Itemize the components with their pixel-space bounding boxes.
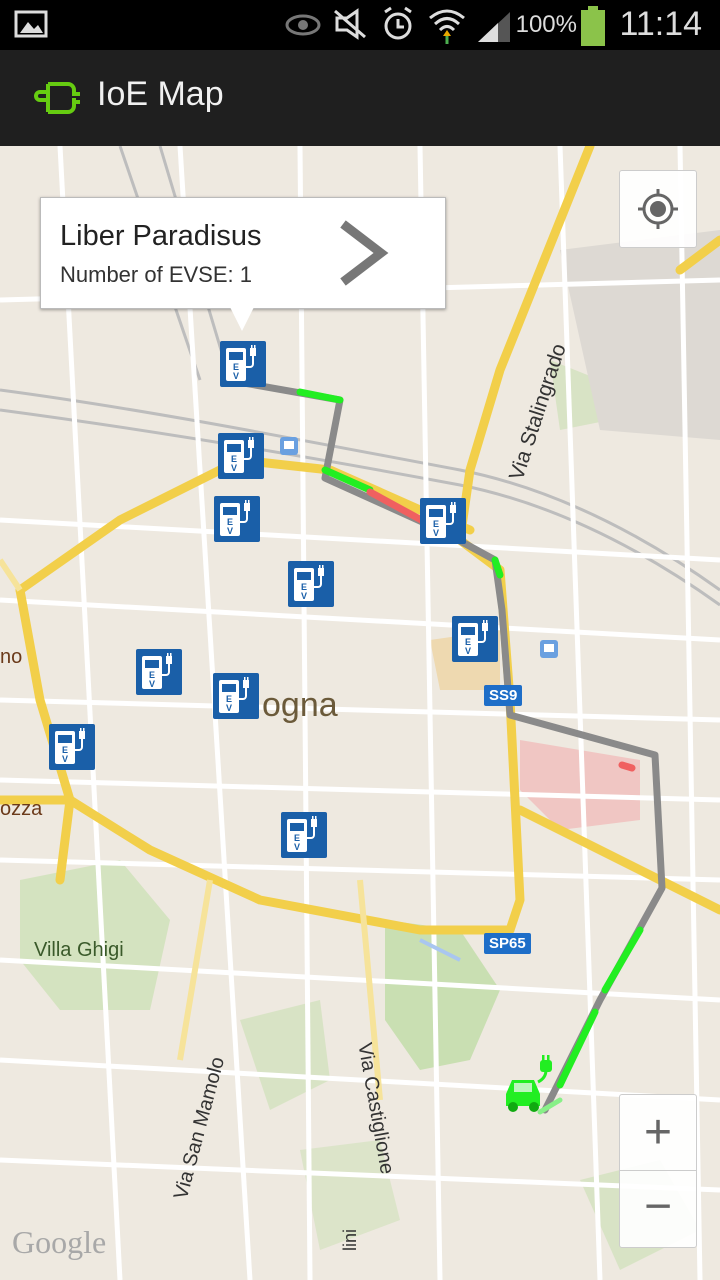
battery-icon [581, 6, 605, 46]
eye-icon [285, 14, 321, 36]
place-label: Villa Ghigi [34, 939, 124, 961]
map-canvas[interactable] [0, 146, 720, 1280]
crosshair-icon [638, 189, 678, 229]
ev-station-pin[interactable]: EV [288, 561, 334, 607]
train-station-icon [540, 640, 558, 658]
ev-station-pin[interactable]: EV [213, 673, 259, 719]
svg-text:V: V [233, 371, 239, 381]
street-label: ozza [0, 798, 43, 820]
road-shield-ss9: SS9 [484, 685, 523, 706]
info-window-title: Liber Paradisus [60, 220, 262, 252]
ev-station-pin[interactable]: EV [218, 433, 264, 479]
google-attribution: Google [12, 1224, 107, 1260]
info-window-subtitle: Number of EVSE: 1 [60, 262, 252, 287]
my-location-button[interactable] [619, 170, 697, 248]
battery-percent: 100% [515, 11, 577, 38]
city-label: ogna [262, 686, 338, 724]
car-location-icon[interactable] [500, 1054, 562, 1114]
wifi-icon [429, 9, 465, 44]
ev-station-pin[interactable]: EV [452, 616, 498, 662]
road-shield-sp65: SP65 [484, 933, 531, 954]
clock: 11:14 [619, 5, 702, 43]
ev-station-pin[interactable]: EV [220, 341, 266, 387]
app-bar: IoE Map [0, 50, 720, 146]
status-bar: 100% 11:14 [0, 0, 720, 50]
svg-text:V: V [301, 591, 307, 601]
svg-text:V: V [433, 528, 439, 538]
ev-station-pin[interactable]: EV [49, 724, 95, 770]
app-title: IoE Map [97, 75, 224, 113]
info-window[interactable]: Liber Paradisus Number of EVSE: 1 [40, 197, 446, 309]
train-station-icon [280, 437, 298, 455]
ev-station-pin[interactable]: EV [214, 496, 260, 542]
alarm-icon [384, 6, 412, 40]
map-view[interactable]: cella Via Stalingrado Via San Mamolo Via… [0, 146, 720, 1280]
svg-text:V: V [294, 842, 300, 852]
ev-station-pin[interactable]: EV [281, 812, 327, 858]
zoom-out-button[interactable]: − [620, 1171, 696, 1247]
mute-icon [334, 8, 366, 40]
zoom-in-button[interactable]: + [620, 1095, 696, 1171]
chevron-right-icon[interactable] [337, 220, 391, 286]
svg-text:V: V [465, 646, 471, 656]
street-label: no [0, 646, 23, 668]
ev-station-pin[interactable]: EV [136, 649, 182, 695]
route-segment-busy [618, 761, 636, 772]
svg-text:V: V [231, 463, 237, 473]
svg-text:V: V [62, 754, 68, 764]
zoom-controls: + − [619, 1094, 697, 1248]
svg-text:V: V [227, 526, 233, 536]
route-segment-free [491, 556, 504, 579]
gallery-icon [14, 10, 48, 38]
svg-text:V: V [149, 679, 155, 689]
svg-text:V: V [226, 703, 232, 713]
info-window-pointer [229, 305, 255, 331]
signal-icon [478, 12, 510, 42]
ev-station-pin[interactable]: EV [420, 498, 466, 544]
street-label: lini [340, 1228, 360, 1251]
ev-plug-logo-icon[interactable] [30, 78, 82, 118]
